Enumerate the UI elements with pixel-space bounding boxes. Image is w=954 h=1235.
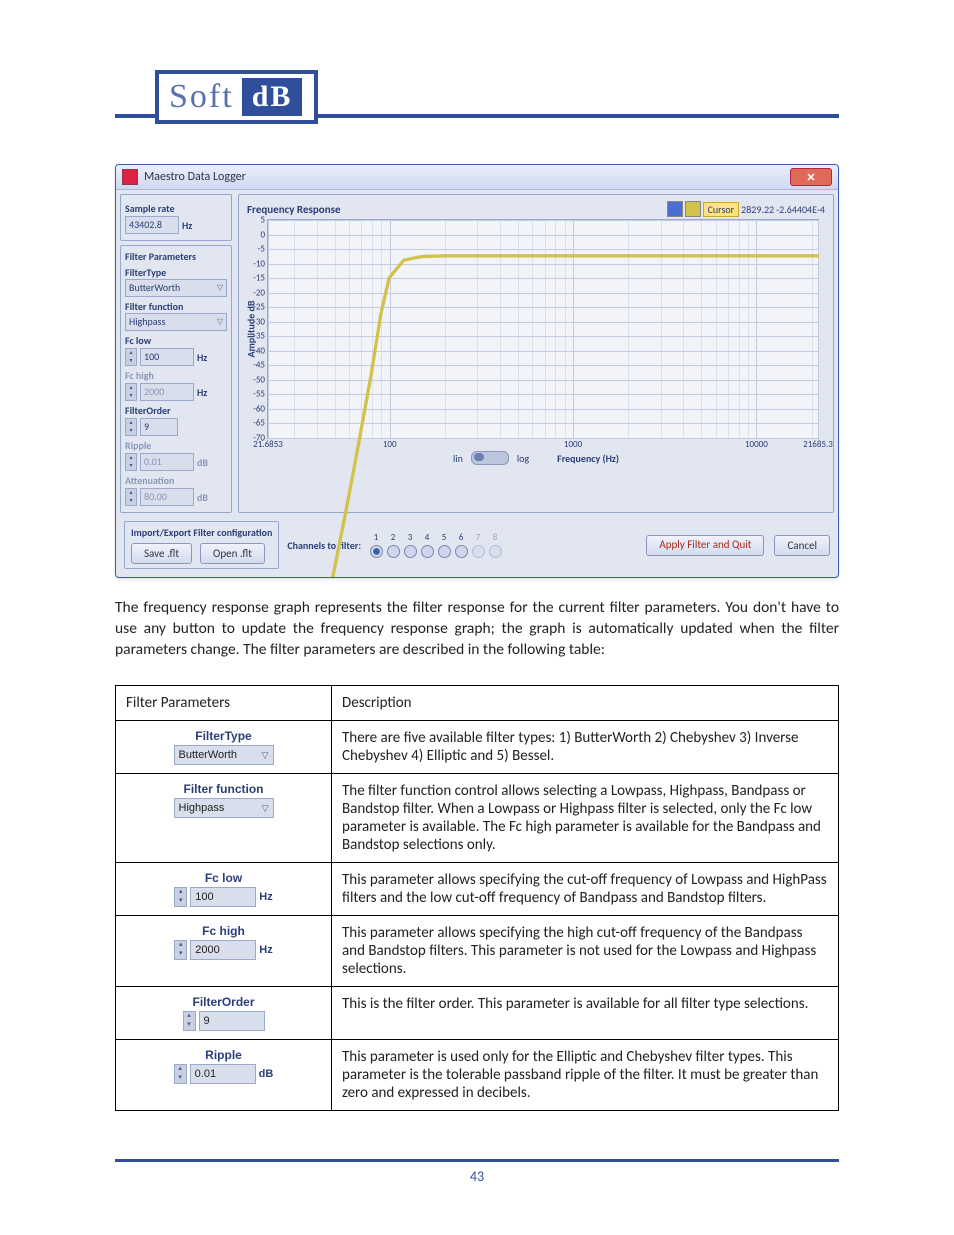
import-export-panel: Import/Export Filter configuration Save …	[124, 521, 279, 569]
sample-rate-label: Sample rate	[125, 202, 227, 215]
header-rule-left	[115, 114, 155, 118]
param-input[interactable]: 0.01	[190, 1064, 256, 1084]
param-label: FilterOrder	[192, 995, 254, 1009]
table-header-desc: Description	[332, 685, 839, 720]
channel-radio	[472, 545, 485, 558]
param-spin[interactable]: ▴▾	[174, 1064, 187, 1084]
fc-high-label: Fc high	[125, 369, 227, 382]
frequency-response-graph: Frequency Response Cursor 2829.22 -2.644…	[238, 194, 834, 513]
cursor-tool-icon[interactable]	[667, 201, 683, 217]
table-row: Ripple ▴▾0.01dB This parameter is used onl…	[116, 1039, 839, 1110]
param-select[interactable]: Highpass▽	[174, 798, 274, 818]
logo-text-soft: Soft	[169, 78, 234, 116]
body-paragraph: The frequency response graph represents …	[115, 598, 839, 661]
fc-low-input[interactable]: 100	[140, 348, 194, 366]
titlebar: Maestro Data Logger ✕	[116, 165, 838, 190]
ripple-unit: dB	[197, 456, 208, 469]
attenuation-spin: ▴▾	[125, 488, 137, 506]
ripple-label: Ripple	[125, 439, 227, 452]
plot-area[interactable]: Amplitude dB 50-5-10-15-20-25-30-35-40-4…	[267, 219, 819, 439]
filter-order-spin[interactable]: ▴▾	[125, 418, 137, 436]
table-row: FilterOrder ▴▾9 This is the filter order. …	[116, 986, 839, 1039]
ripple-spin: ▴▾	[125, 453, 137, 471]
param-label: Fc low	[205, 871, 242, 885]
attenuation-unit: dB	[197, 491, 208, 504]
param-unit: dB	[259, 1068, 274, 1080]
param-unit: Hz	[259, 891, 272, 903]
table-row: Filter function Highpass▽ The filter funct…	[116, 773, 839, 862]
chevron-down-icon: ▽	[262, 800, 269, 816]
page-footer: 43	[115, 1159, 839, 1185]
param-description: There are five available filter types: 1…	[332, 720, 839, 773]
window-title: Maestro Data Logger	[144, 170, 790, 184]
close-icon[interactable]: ✕	[790, 168, 832, 186]
param-spin[interactable]: ▴▾	[183, 1011, 196, 1031]
cursor-color-icon[interactable]	[685, 201, 701, 217]
param-input[interactable]: 9	[199, 1011, 265, 1031]
attenuation-label: Attenuation	[125, 474, 227, 487]
fc-high-input: 2000	[140, 383, 194, 401]
cursor-label: Cursor	[703, 202, 740, 217]
cursor-y: -2.64404E-4	[776, 203, 825, 216]
app-window: Maestro Data Logger ✕ Sample rate 43402.…	[115, 164, 839, 578]
header-rule-right	[318, 114, 839, 118]
filter-params-panel: Filter Parameters FilterType ButterWorth…	[120, 245, 232, 513]
param-spin[interactable]: ▴▾	[174, 887, 187, 907]
fc-high-unit: Hz	[197, 386, 207, 399]
param-input[interactable]: 2000	[190, 940, 256, 960]
save-flt-button[interactable]: Save .flt	[131, 543, 192, 564]
param-label: Fc high	[202, 924, 245, 938]
chevron-down-icon: ▽	[217, 281, 223, 295]
response-curve	[267, 219, 819, 578]
sample-rate-panel: Sample rate 43402.8 Hz	[120, 194, 232, 241]
param-label: Ripple	[205, 1048, 242, 1062]
sample-rate-unit: Hz	[182, 219, 192, 232]
sample-rate-value: 43402.8	[125, 216, 179, 234]
filter-type-label: FilterType	[125, 266, 227, 279]
cursor-x: 2829.22	[741, 203, 774, 216]
filter-order-input[interactable]: 9	[140, 418, 178, 436]
ripple-input: 0.01	[140, 453, 194, 471]
import-export-title: Import/Export Filter configuration	[131, 526, 272, 539]
table-row: FilterType ButterWorth▽ There are five ava…	[116, 720, 839, 773]
footer-rule	[115, 1159, 839, 1162]
filter-function-label: Filter function	[125, 300, 227, 313]
param-input[interactable]: 100	[190, 887, 256, 907]
page-number: 43	[115, 1168, 839, 1185]
table-header-params: Filter Parameters	[116, 685, 332, 720]
table-row: Fc high ▴▾2000Hz This parameter allows spe…	[116, 915, 839, 986]
chevron-down-icon: ▽	[217, 315, 223, 329]
attenuation-input: 80.00	[140, 488, 194, 506]
param-label: Filter function	[184, 782, 264, 796]
param-description: This parameter is used only for the Elli…	[332, 1039, 839, 1110]
page-header: Soft dB	[115, 70, 839, 124]
filter-order-label: FilterOrder	[125, 404, 227, 417]
param-spin[interactable]: ▴▾	[174, 940, 187, 960]
chevron-down-icon: ▽	[262, 747, 269, 763]
param-unit: Hz	[259, 944, 272, 956]
fc-low-label: Fc low	[125, 334, 227, 347]
param-description: This parameter allows specifying the cut…	[332, 862, 839, 915]
fc-low-unit: Hz	[197, 351, 207, 364]
fc-low-spin[interactable]: ▴▾	[125, 348, 137, 366]
param-select[interactable]: ButterWorth▽	[174, 745, 274, 765]
fc-high-spin: ▴▾	[125, 383, 137, 401]
filter-function-select[interactable]: Highpass▽	[125, 313, 227, 331]
filter-params-table: Filter Parameters Description FilterType…	[115, 685, 839, 1111]
scale-slider[interactable]	[471, 451, 509, 465]
channel-radio	[489, 545, 502, 558]
open-flt-button[interactable]: Open .flt	[200, 543, 265, 564]
param-description: This parameter allows specifying the hig…	[332, 915, 839, 986]
param-description: The filter function control allows selec…	[332, 773, 839, 862]
app-icon	[122, 169, 138, 185]
param-description: This is the filter order. This parameter…	[332, 986, 839, 1039]
filter-params-title: Filter Parameters	[125, 250, 227, 263]
table-row: Fc low ▴▾100Hz This parameter allows speci…	[116, 862, 839, 915]
param-label: FilterType	[195, 729, 251, 743]
logo: Soft dB	[155, 70, 318, 124]
filter-type-select[interactable]: ButterWorth▽	[125, 279, 227, 297]
cursor-readout: Cursor 2829.22 -2.64404E-4	[667, 201, 825, 217]
logo-text-db: dB	[242, 78, 303, 116]
